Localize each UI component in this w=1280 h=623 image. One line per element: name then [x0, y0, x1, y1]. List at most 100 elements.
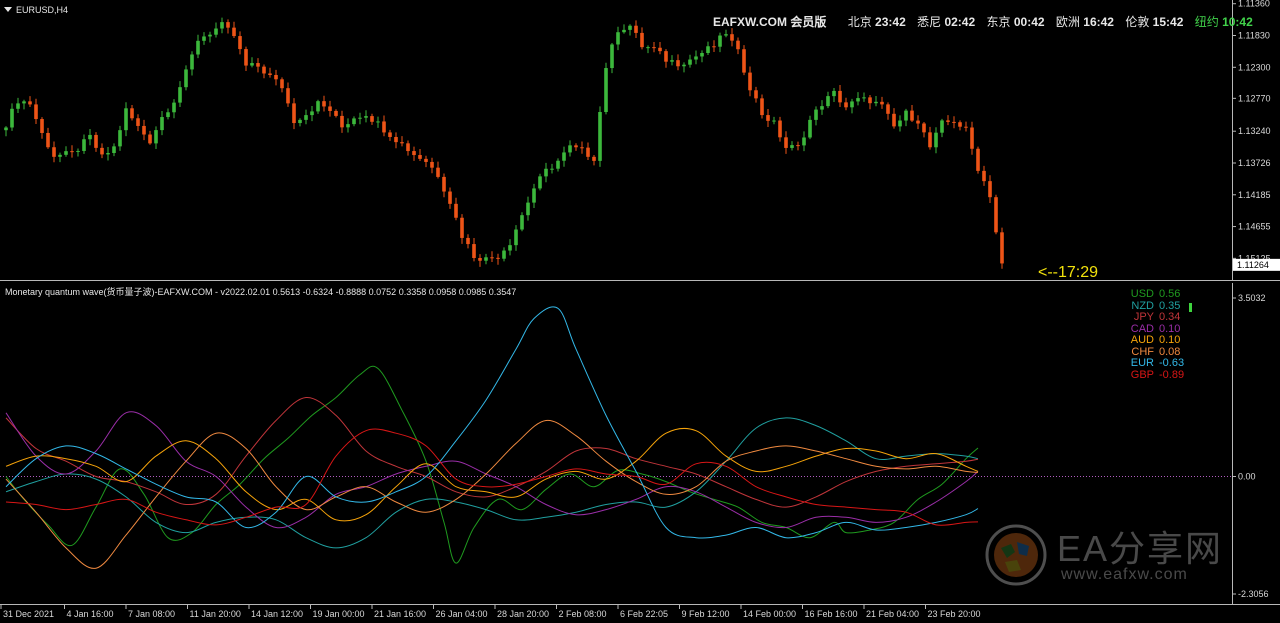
candle-body [604, 68, 608, 113]
series-line-chf [5, 419, 979, 569]
candle-body [232, 27, 236, 37]
candle-body [718, 35, 722, 47]
legend-currency: EUR [1130, 357, 1154, 369]
candle-body [262, 66, 266, 74]
candle-body [898, 120, 902, 127]
candle-body [100, 147, 104, 155]
candle-body [490, 257, 494, 259]
candle-body [958, 122, 962, 127]
price-tick-label: 1.13726 [1238, 158, 1271, 168]
candle-body [4, 127, 8, 131]
clock-europe: 欧洲 16:42 [1055, 15, 1114, 29]
currency-legend: USD 0.56 NZD 0.35 JPY 0.34 CAD 0.10 AUD 0.10 CHF 0.… [1090, 288, 1200, 381]
time-tick-label: 26 Jan 04:00 [436, 609, 488, 619]
candle-body [190, 54, 194, 70]
candle-body [196, 40, 200, 55]
candle-body [220, 22, 224, 29]
candle-body [166, 112, 170, 118]
candle-body [238, 36, 242, 50]
bar-countdown: <--17:29 [1038, 264, 1099, 281]
candle-body [970, 127, 974, 149]
legend-currency: JPY [1133, 311, 1154, 323]
candle-body [46, 132, 50, 148]
candle-body [94, 134, 98, 148]
candle-body [736, 40, 740, 50]
candle-body [16, 103, 20, 109]
candle-body [772, 120, 776, 122]
candle-body [142, 125, 146, 135]
candle-body [106, 153, 110, 155]
clock-beijing: 北京 23:42 [847, 15, 906, 29]
candle-body [136, 118, 140, 126]
candle-body [388, 132, 392, 137]
candle-body [676, 60, 680, 67]
candle-body [712, 46, 716, 48]
candle-body [820, 106, 824, 110]
candle-body [316, 101, 320, 112]
clock-london: 伦敦 15:42 [1125, 15, 1184, 29]
legend-currency: GBP [1130, 368, 1154, 381]
candle-body [832, 90, 836, 97]
legend-value: 0.56 [1159, 288, 1181, 300]
candle-body [202, 36, 206, 41]
candle-body [280, 79, 284, 89]
price-chart[interactable]: 1.151251.146551.141851.137261.132401.127… [0, 0, 1280, 283]
candle-body [544, 168, 548, 177]
candle-body [688, 59, 692, 65]
time-tick-label: 16 Feb 16:00 [805, 609, 858, 619]
candle-body [346, 124, 350, 128]
candle-body [808, 119, 812, 138]
candle-body [274, 74, 278, 80]
candle-body [946, 120, 950, 122]
candle-body [622, 29, 626, 33]
candle-body [562, 152, 566, 161]
candle-body [580, 147, 584, 149]
candle-body [292, 103, 296, 124]
candle-body [298, 119, 302, 124]
legend-currency: USD [1130, 288, 1154, 300]
time-tick-label: 14 Feb 00:00 [743, 609, 796, 619]
candle-body [376, 121, 380, 123]
clock-newyork: 纽约 10:42 [1194, 15, 1253, 29]
candle-body [670, 60, 674, 62]
candle-body [334, 110, 338, 116]
watermark-url: www.eafxw.com [1061, 566, 1188, 583]
candle-body [340, 115, 344, 128]
symbol-dropdown-icon[interactable] [4, 7, 12, 12]
candle-body [886, 104, 890, 114]
indicator-tick-label: 3.5032 [1238, 293, 1266, 303]
legend-row-eur: EUR -0.63 [1090, 357, 1200, 370]
candle-body [982, 170, 986, 182]
clock-tokyo: 东京 00:42 [986, 15, 1045, 29]
legend-marker [1189, 303, 1192, 312]
candle-body [814, 109, 818, 120]
candle-body [52, 147, 56, 157]
candle-body [532, 188, 536, 203]
candle-body [406, 143, 410, 152]
candle-body [868, 97, 872, 104]
candle-body [400, 142, 404, 144]
candle-body [172, 102, 176, 113]
candle-body [682, 64, 686, 67]
time-tick-label: 14 Jan 12:00 [251, 609, 303, 619]
candle-body [328, 106, 332, 111]
time-tick-label: 2 Feb 08:00 [559, 609, 607, 619]
price-tick-label: 1.14185 [1238, 190, 1271, 200]
candle-body [148, 134, 152, 144]
candle-body [940, 120, 944, 133]
candle-body [436, 167, 440, 177]
candle-body [130, 108, 134, 119]
candle-body [454, 203, 458, 218]
world-clock-bar: EAFXW.COM 会员版 北京 23:42 悉尼 02:42 东京 00:42… [713, 13, 1253, 30]
candle-body [70, 151, 74, 153]
candle-body [478, 258, 482, 261]
series-line-usd [5, 365, 979, 564]
candle-body [178, 87, 182, 103]
candle-body [934, 132, 938, 148]
candle-body [466, 237, 470, 245]
candle-body [424, 158, 428, 162]
time-tick-label: 9 Feb 12:00 [682, 609, 730, 619]
candle-body [778, 120, 782, 138]
candle-body [250, 63, 254, 66]
symbol-label[interactable]: EURUSD,H4 [16, 5, 68, 15]
